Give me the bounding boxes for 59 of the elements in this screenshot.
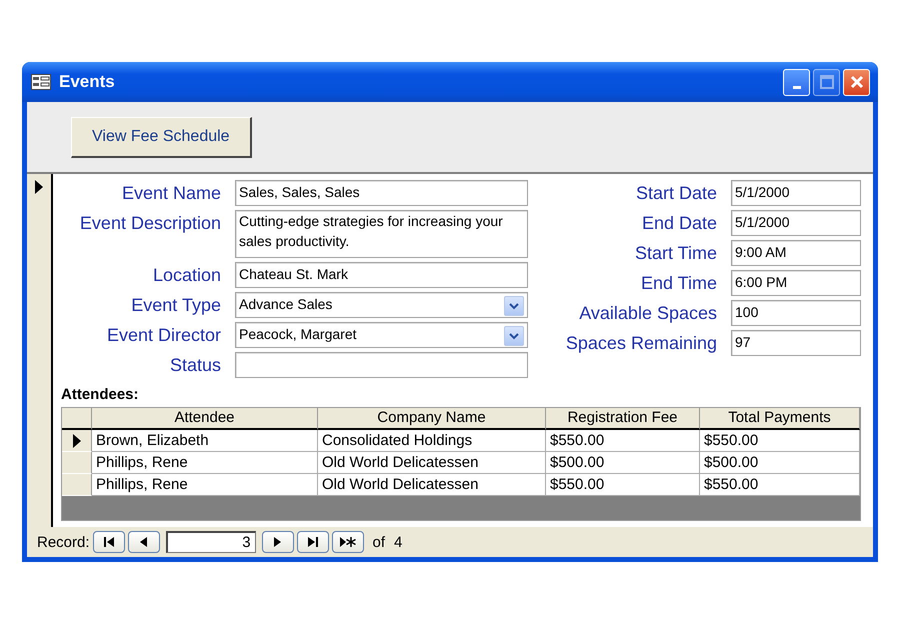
window-title: Events	[59, 72, 116, 92]
combo-box[interactable]: Advance Sales	[235, 292, 528, 318]
view-fee-schedule-button[interactable]: View Fee Schedule	[71, 116, 252, 158]
field-label: Start Date	[634, 182, 717, 205]
form-icon	[31, 74, 51, 90]
column-header[interactable]: Company Name	[318, 408, 546, 430]
current-record-icon	[35, 180, 43, 194]
record-count: 4	[394, 534, 402, 550]
prev-record-icon	[140, 537, 148, 547]
field-label: Event Director	[106, 324, 221, 347]
next-record-icon	[274, 537, 282, 547]
field-label: Location	[152, 264, 221, 287]
maximize-icon	[820, 75, 834, 89]
column-header[interactable]: Total Payments	[700, 408, 860, 430]
record-number-field[interactable]: 3	[166, 531, 256, 553]
field-label: Event Description	[78, 212, 221, 235]
table-cell: $550.00	[546, 474, 700, 496]
next-record-button[interactable]	[262, 531, 294, 553]
text-field[interactable]: 6:00 PM	[731, 270, 861, 296]
first-record-icon	[104, 537, 114, 547]
column-header[interactable]: Registration Fee	[546, 408, 700, 430]
text-field[interactable]: 9:00 AM	[731, 240, 861, 266]
field-label: End Date	[640, 212, 717, 235]
close-button[interactable]	[843, 68, 870, 96]
field-label: Spaces Remaining	[564, 332, 717, 355]
last-record-button[interactable]	[296, 531, 329, 553]
text-field[interactable]: Chateau St. Mark	[235, 262, 528, 288]
text-field[interactable]: Sales, Sales, Sales	[235, 180, 528, 206]
of-label: of	[372, 534, 386, 550]
close-icon	[850, 75, 864, 89]
field-label: Event Type	[130, 294, 221, 317]
field-label: Start Time	[634, 242, 717, 265]
text-field[interactable]: 5/1/2000	[731, 180, 861, 206]
table-cell: Phillips, Rene	[92, 474, 318, 496]
column-header[interactable]: Attendee	[92, 408, 318, 430]
row-selector[interactable]	[62, 430, 92, 452]
table-cell: Old World Delicatessen	[318, 474, 546, 496]
text-field[interactable]: 97	[731, 330, 861, 356]
combo-box[interactable]: Peacock, Margaret	[235, 322, 528, 348]
table-cell: $550.00	[700, 474, 860, 496]
new-record-button[interactable]	[332, 531, 364, 553]
current-row-icon	[72, 434, 80, 448]
minimize-button[interactable]	[783, 68, 810, 96]
record-label: Record:	[37, 534, 90, 550]
text-area[interactable]: Cutting-edge strategies for increasing your sales productivity.	[235, 210, 528, 258]
field-label: Status	[168, 354, 221, 377]
maximize-button[interactable]	[813, 68, 840, 96]
new-record-icon	[340, 537, 356, 547]
field-label: End Time	[640, 272, 717, 295]
subform-label: Attendees:	[61, 386, 140, 403]
field-label: Event Name	[120, 182, 221, 205]
first-record-button[interactable]	[92, 531, 125, 553]
minimize-icon	[792, 86, 800, 88]
last-record-icon	[308, 537, 318, 547]
field-label: Available Spaces	[578, 302, 717, 325]
text-field[interactable]: 100	[731, 300, 861, 326]
text-field[interactable]	[235, 352, 528, 378]
text-field[interactable]: 5/1/2000	[731, 210, 861, 236]
previous-record-button[interactable]	[128, 531, 160, 553]
